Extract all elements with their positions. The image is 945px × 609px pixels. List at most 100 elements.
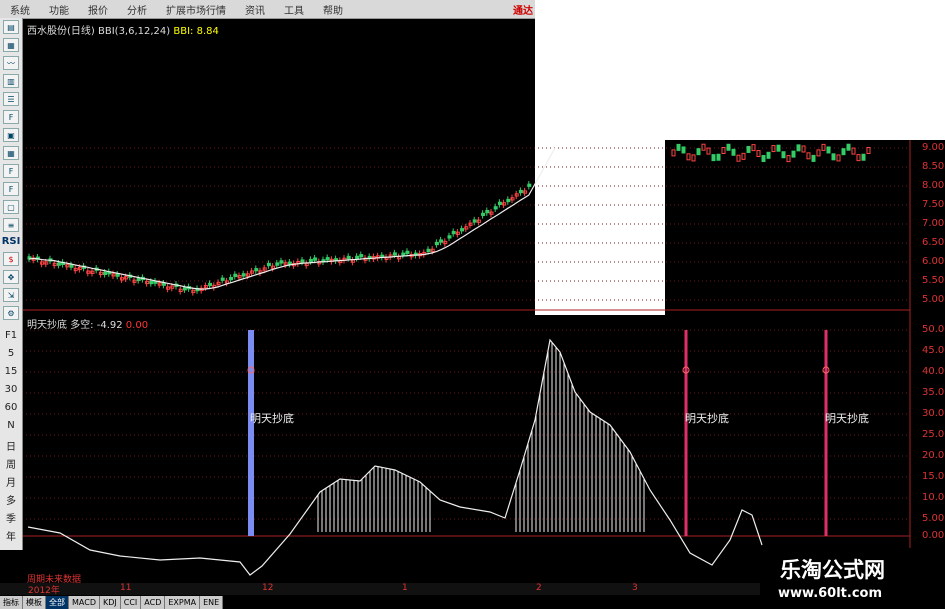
candle xyxy=(254,268,259,272)
toolbar-f2-icon[interactable]: F xyxy=(3,164,19,178)
period-15[interactable]: 15 xyxy=(0,366,22,377)
ind-tick: 35.00 xyxy=(922,387,945,398)
candle xyxy=(439,239,444,243)
menu-system[interactable]: 系统 xyxy=(10,2,30,17)
candle xyxy=(721,147,726,155)
candle xyxy=(846,143,851,151)
ind-tick: 45.00 xyxy=(922,345,945,356)
candle xyxy=(806,152,811,160)
candle xyxy=(136,277,141,282)
menu-help[interactable]: 帮助 xyxy=(323,2,343,17)
bbi-value: BBI: 8.84 xyxy=(173,26,219,37)
price-tick: 7.00 xyxy=(922,218,945,229)
candle xyxy=(266,262,271,267)
left-toolbar: ▤ ▦ 〰 ▥ ☰ F ▣ ▦ F F ▢ ≡ RSI $ ✥ ⇲ ⚙ F1 5… xyxy=(0,18,23,550)
candle xyxy=(831,153,836,161)
period-quarter[interactable]: 季 xyxy=(0,510,22,525)
candle xyxy=(751,144,756,152)
tab-expma[interactable]: EXPMA xyxy=(165,596,201,609)
menu-extended[interactable]: 扩展市场行情 xyxy=(166,2,226,17)
duokong-line xyxy=(27,338,763,576)
candle xyxy=(686,153,691,161)
toolbar-box-icon[interactable]: ▣ xyxy=(3,128,19,142)
candle xyxy=(856,154,861,162)
period-week[interactable]: 周 xyxy=(0,456,22,471)
bbi-line xyxy=(28,147,556,290)
candle xyxy=(726,143,731,151)
candle xyxy=(241,273,246,277)
candle xyxy=(741,152,746,160)
candle xyxy=(706,147,711,155)
candle xyxy=(325,257,330,261)
candle xyxy=(506,198,511,203)
candle xyxy=(821,143,826,151)
candle xyxy=(811,154,816,162)
toolbar-ruler-icon[interactable]: ≡ xyxy=(3,218,19,232)
period-day[interactable]: 日 xyxy=(0,438,22,453)
toolbar-exit-icon[interactable]: ⇲ xyxy=(3,288,19,302)
tab-template[interactable]: 模板 xyxy=(23,596,46,609)
menu-analysis[interactable]: 分析 xyxy=(127,2,147,17)
toolbar-rsi[interactable]: RSI xyxy=(0,236,22,247)
tab-ene[interactable]: ENE xyxy=(200,596,224,609)
candle xyxy=(233,273,238,278)
tab-kdj[interactable]: KDJ xyxy=(100,596,121,609)
period-30[interactable]: 30 xyxy=(0,384,22,395)
tab-all[interactable]: 全部 xyxy=(46,596,69,609)
toolbar-grid-icon[interactable]: ▦ xyxy=(3,38,19,52)
indicator-name: 明天抄底 xyxy=(27,320,67,331)
candle xyxy=(434,241,439,246)
tab-macd[interactable]: MACD xyxy=(69,596,100,609)
toolbar-move-icon[interactable]: ✥ xyxy=(3,270,19,284)
menu-info[interactable]: 资讯 xyxy=(245,2,265,17)
candle xyxy=(786,155,791,163)
period-n[interactable]: N xyxy=(0,420,22,431)
candle xyxy=(392,252,397,256)
menu-quote[interactable]: 报价 xyxy=(88,2,108,17)
toolbar-window-icon[interactable]: ▢ xyxy=(3,200,19,214)
candle xyxy=(826,146,831,154)
candle xyxy=(796,144,801,152)
candle xyxy=(766,151,771,159)
toolbar-dollar-icon[interactable]: $ xyxy=(3,252,19,266)
toolbar-f10-icon[interactable]: F xyxy=(3,110,19,124)
candle xyxy=(115,273,120,277)
period-5[interactable]: 5 xyxy=(0,348,22,359)
candle xyxy=(460,228,465,232)
candle xyxy=(801,145,806,153)
toolbar-kline-icon[interactable]: ▥ xyxy=(3,74,19,88)
toolbar-line-icon[interactable]: 〰 xyxy=(3,56,19,70)
toolbar-list-icon[interactable]: ☰ xyxy=(3,92,19,106)
candle xyxy=(746,145,751,153)
toolbar-gear-icon[interactable]: ⚙ xyxy=(3,306,19,320)
candle xyxy=(691,154,696,162)
toolbar-chart-icon[interactable]: ▤ xyxy=(3,20,19,34)
candle xyxy=(497,201,502,206)
menu-function[interactable]: 功能 xyxy=(49,2,69,17)
candle xyxy=(816,149,821,157)
time-label: 2012年 xyxy=(28,586,60,596)
candle xyxy=(229,276,234,281)
candle xyxy=(220,277,225,281)
candle xyxy=(401,252,406,256)
candle xyxy=(518,189,523,194)
period-year[interactable]: 年 xyxy=(0,528,22,543)
toolbar-f3-icon[interactable]: F xyxy=(3,182,19,196)
period-60[interactable]: 60 xyxy=(0,402,22,413)
candle xyxy=(313,257,318,261)
period-multi[interactable]: 多 xyxy=(0,492,22,507)
tab-cci[interactable]: CCI xyxy=(121,596,142,609)
tab-indicator[interactable]: 指标 xyxy=(0,596,23,609)
duokong-value: 多空: -4.92 xyxy=(70,320,123,331)
price-tick: 5.50 xyxy=(922,275,945,286)
candle xyxy=(836,154,841,162)
tab-acd[interactable]: ACD xyxy=(141,596,166,609)
candle xyxy=(208,282,213,287)
menu-tools[interactable]: 工具 xyxy=(284,2,304,17)
toolbar-table-icon[interactable]: ▦ xyxy=(3,146,19,160)
period-f1[interactable]: F1 xyxy=(0,330,22,341)
period-month[interactable]: 月 xyxy=(0,474,22,489)
candle xyxy=(776,144,781,152)
candle xyxy=(781,151,786,159)
ind-tick: 10.00 xyxy=(922,492,945,503)
